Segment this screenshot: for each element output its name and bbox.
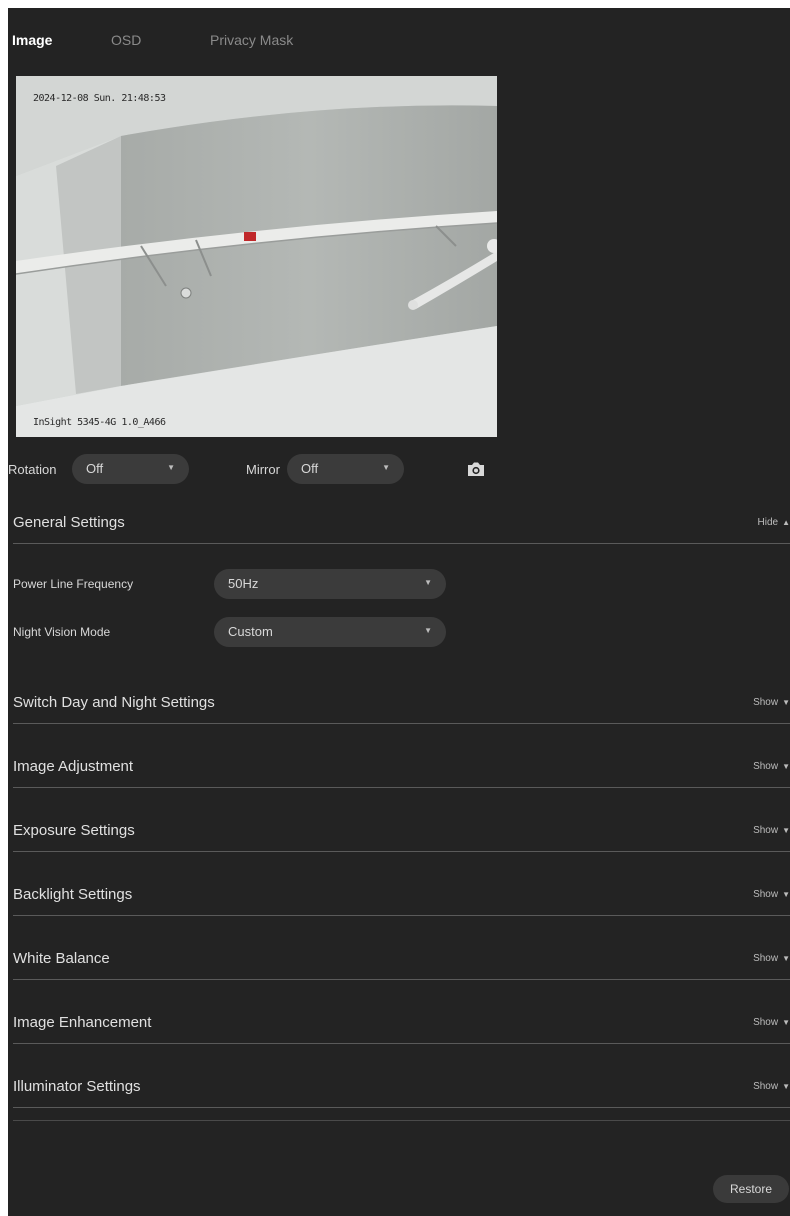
mirror-value: Off <box>301 461 319 476</box>
section-title: General Settings <box>13 514 125 531</box>
rotation-select[interactable]: Off ▼ <box>72 454 189 484</box>
power-line-frequency-value: 50Hz <box>228 576 259 591</box>
section-backlight-settings[interactable]: Backlight Settings Show ▼ <box>8 876 790 916</box>
hide-toggle[interactable]: Hide ▲ <box>758 517 790 528</box>
section-divider <box>13 787 790 788</box>
osd-timestamp: 2024-12-08 Sun. 21:48:53 <box>33 93 166 104</box>
chevron-down-icon: ▼ <box>782 826 790 835</box>
show-toggle[interactable]: Show ▼ <box>753 825 790 836</box>
chevron-up-icon: ▲ <box>782 518 790 527</box>
show-toggle[interactable]: Show ▼ <box>753 953 790 964</box>
chevron-down-icon: ▼ <box>782 698 790 707</box>
section-white-balance[interactable]: White Balance Show ▼ <box>8 940 790 980</box>
chevron-down-icon: ▼ <box>167 463 175 472</box>
night-vision-mode-label: Night Vision Mode <box>13 625 111 639</box>
power-line-frequency-field: Power Line Frequency 50Hz ▼ <box>8 569 790 599</box>
section-title: Image Enhancement <box>13 1014 152 1031</box>
show-toggle[interactable]: Show ▼ <box>753 889 790 900</box>
camera-icon[interactable] <box>467 461 485 477</box>
power-line-frequency-label: Power Line Frequency <box>13 577 134 591</box>
night-vision-mode-value: Custom <box>228 624 273 639</box>
toggle-label: Hide <box>757 517 779 528</box>
chevron-down-icon: ▼ <box>782 1082 790 1091</box>
section-divider <box>13 1043 790 1044</box>
chevron-down-icon: ▼ <box>782 890 790 899</box>
toggle-label: Show <box>753 697 779 708</box>
power-line-frequency-select[interactable]: 50Hz ▼ <box>214 569 446 599</box>
section-title: Switch Day and Night Settings <box>13 694 215 711</box>
tab-image[interactable]: Image <box>12 32 52 48</box>
section-divider <box>13 723 790 724</box>
section-exposure-settings[interactable]: Exposure Settings Show ▼ <box>8 812 790 852</box>
section-title: Exposure Settings <box>13 822 135 839</box>
mirror-label: Mirror <box>246 462 280 477</box>
image-settings-panel: Image OSD Privacy Mask 2024-12-08 Sun. 2… <box>8 8 790 1216</box>
rotation-label: Rotation <box>8 462 57 477</box>
chevron-down-icon: ▼ <box>424 578 432 587</box>
show-toggle[interactable]: Show ▼ <box>753 1017 790 1028</box>
rotation-value: Off <box>86 461 104 476</box>
camera-scene-image <box>16 76 497 437</box>
section-switch-day-night[interactable]: Switch Day and Night Settings Show ▼ <box>8 684 790 724</box>
section-title: Image Adjustment <box>13 758 134 775</box>
toggle-label: Show <box>753 1081 779 1092</box>
chevron-down-icon: ▼ <box>382 463 390 472</box>
toggle-label: Show <box>753 889 779 900</box>
toggle-label: Show <box>753 1017 779 1028</box>
section-divider <box>13 979 790 980</box>
chevron-down-icon: ▼ <box>782 1018 790 1027</box>
show-toggle[interactable]: Show ▼ <box>753 761 790 772</box>
night-vision-mode-field: Night Vision Mode Custom ▼ <box>8 617 790 647</box>
toggle-label: Show <box>753 761 779 772</box>
chevron-down-icon: ▼ <box>424 626 432 635</box>
section-general-settings[interactable]: General Settings Hide ▲ <box>8 504 790 544</box>
section-illuminator-settings[interactable]: Illuminator Settings Show ▼ <box>8 1068 790 1108</box>
toggle-label: Show <box>753 825 779 836</box>
show-toggle[interactable]: Show ▼ <box>753 697 790 708</box>
rotation-mirror-row: Rotation Off ▼ Mirror Off ▼ <box>8 454 790 484</box>
night-vision-mode-select[interactable]: Custom ▼ <box>214 617 446 647</box>
section-title: White Balance <box>13 950 110 967</box>
show-toggle[interactable]: Show ▼ <box>753 1081 790 1092</box>
section-title: Backlight Settings <box>13 886 133 903</box>
chevron-down-icon: ▼ <box>782 954 790 963</box>
tab-osd[interactable]: OSD <box>111 32 141 48</box>
chevron-down-icon: ▼ <box>782 762 790 771</box>
restore-button[interactable]: Restore <box>713 1175 789 1203</box>
mirror-select[interactable]: Off ▼ <box>287 454 404 484</box>
camera-preview: 2024-12-08 Sun. 21:48:53 InSight 5345-4G… <box>16 76 497 437</box>
section-divider <box>13 543 790 544</box>
section-image-adjustment[interactable]: Image Adjustment Show ▼ <box>8 748 790 788</box>
section-divider <box>13 915 790 916</box>
tab-privacy-mask[interactable]: Privacy Mask <box>210 32 293 48</box>
section-title: Illuminator Settings <box>13 1078 141 1095</box>
section-divider <box>13 1107 790 1108</box>
osd-camera-label: InSight 5345-4G 1.0_A466 <box>33 417 166 428</box>
section-divider <box>13 851 790 852</box>
footer-divider <box>13 1120 790 1121</box>
section-image-enhancement[interactable]: Image Enhancement Show ▼ <box>8 1004 790 1044</box>
toggle-label: Show <box>753 953 779 964</box>
